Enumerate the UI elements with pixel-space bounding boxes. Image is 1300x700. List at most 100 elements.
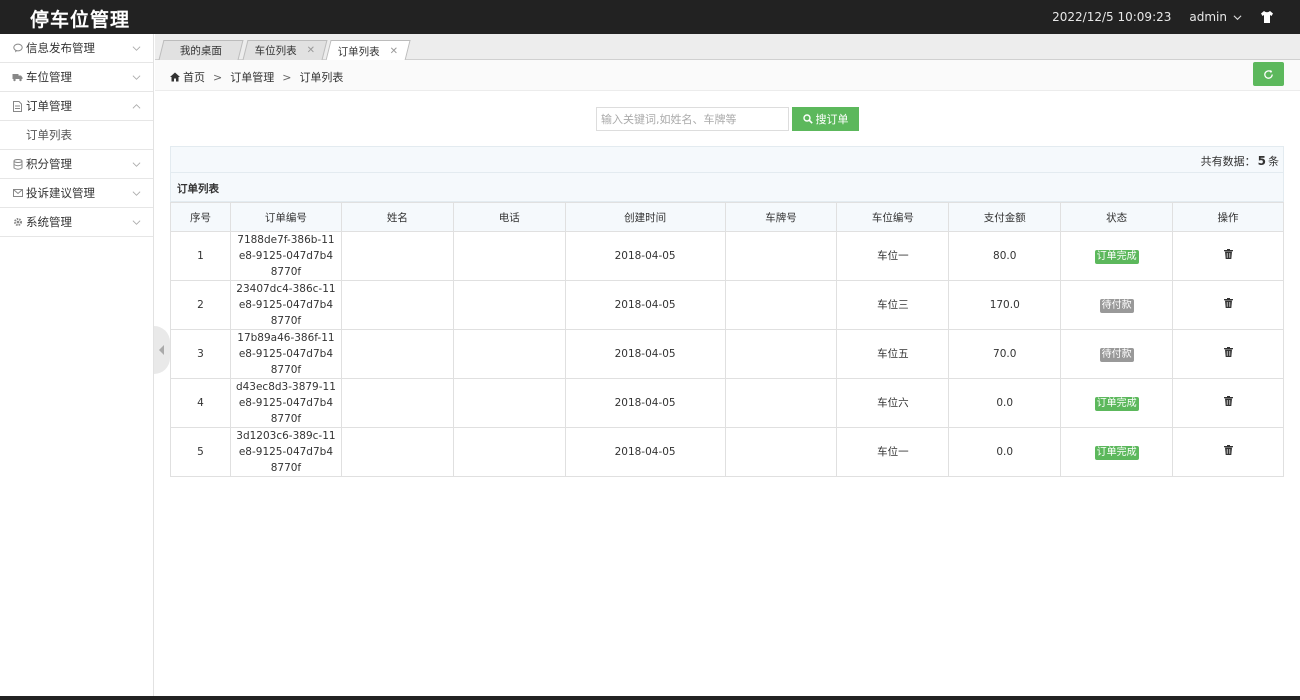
cell-amount: 0.0 [948, 427, 1062, 477]
trash-icon[interactable] [1223, 298, 1233, 308]
col-name: 姓名 [340, 202, 454, 232]
search-input[interactable] [596, 107, 789, 131]
total-suffix: 条 [1268, 155, 1279, 168]
table-row: 2 23407dc4-386c-11e8-9125-047d7b48770f 201… [170, 280, 1284, 330]
sidebar-item-points[interactable]: 积分管理 [0, 150, 153, 179]
sidebar: 信息发布管理 车位管理 订单管理 订单列表 积分管理 投诉建议管理 系统管理 [0, 34, 154, 696]
trash-icon[interactable] [1223, 396, 1233, 406]
gear-icon [12, 217, 23, 228]
cell-phone [452, 378, 566, 428]
trash-icon[interactable] [1223, 249, 1233, 259]
cell-space: 车位三 [836, 280, 950, 330]
chevron-down-icon [132, 75, 141, 80]
sidebar-item-info-publish[interactable]: 信息发布管理 [0, 34, 153, 63]
chevron-down-icon [1233, 14, 1242, 20]
breadcrumb-level1[interactable]: 订单管理 [230, 69, 274, 85]
chevron-down-icon [132, 220, 141, 225]
total-number: 5 [1257, 154, 1266, 168]
tab-parking-list[interactable]: 车位列表 ✕ [242, 40, 328, 60]
cell-status: 待付款 [1060, 329, 1174, 379]
sidebar-collapse-toggle[interactable] [154, 326, 170, 374]
breadcrumb-home-label: 首页 [183, 71, 205, 84]
cell-created: 2018-04-05 [564, 378, 726, 428]
table-row: 5 3d1203c6-389c-11e8-9125-047d7b48770f 201… [170, 427, 1284, 477]
search-orders-button[interactable]: 搜订单 [792, 107, 859, 131]
cell-actions [1172, 329, 1284, 379]
col-actions: 操作 [1172, 202, 1284, 232]
table-row: 1 7188de7f-386b-11e8-9125-047d7b48770f 201… [170, 231, 1284, 281]
table-header-row: 序号 订单编号 姓名 电话 创建时间 车牌号 车位编号 支付金额 状态 操作 [170, 202, 1284, 232]
cell-phone [452, 280, 566, 330]
top-header: 停车位管理 2022/12/5 10:09:23 admin [0, 0, 1300, 34]
sidebar-item-orders[interactable]: 订单管理 [0, 92, 153, 121]
orders-table: 序号 订单编号 姓名 电话 创建时间 车牌号 车位编号 支付金额 状态 操作 1… [170, 202, 1284, 477]
col-order-no: 订单编号 [229, 202, 342, 232]
bottom-bar [0, 696, 1300, 700]
total-bar: 共有数据： 5 条 [170, 146, 1284, 173]
home-icon [170, 72, 180, 82]
table-row: 3 17b89a46-386f-11e8-9125-047d7b48770f 201… [170, 329, 1284, 379]
cell-name [340, 329, 454, 379]
app-title: 停车位管理 [30, 9, 131, 31]
cell-index: 5 [170, 427, 231, 477]
datetime-display: 2022/12/5 10:09:23 [1052, 10, 1172, 24]
cell-actions [1172, 378, 1284, 428]
database-icon [12, 158, 23, 170]
header-right: 2022/12/5 10:09:23 admin [1052, 0, 1274, 34]
order-number: 7188de7f-386b-11e8-9125-047d7b48770f [237, 234, 335, 278]
sidebar-item-label: 车位管理 [26, 70, 72, 84]
breadcrumb-home[interactable]: 首页 [170, 69, 205, 85]
username: admin [1189, 10, 1227, 24]
col-status: 状态 [1060, 202, 1174, 232]
tab-desktop[interactable]: 我的桌面 [158, 40, 244, 60]
tab-label: 我的桌面 [179, 45, 222, 57]
total-prefix: 共有数据： [1200, 155, 1256, 168]
trash-icon[interactable] [1223, 445, 1233, 455]
cell-space: 车位五 [836, 329, 950, 379]
sidebar-subitem-order-list[interactable]: 订单列表 [0, 121, 153, 150]
tab-bar: 我的桌面 车位列表 ✕ 订单列表 ✕ [155, 34, 1300, 61]
cell-space: 车位六 [836, 378, 950, 428]
cell-index: 3 [170, 329, 231, 379]
file-icon [12, 100, 23, 112]
cell-amount: 170.0 [948, 280, 1062, 330]
envelope-icon [12, 188, 23, 199]
chevron-down-icon [132, 162, 141, 167]
cell-plate [724, 280, 838, 330]
close-icon[interactable]: ✕ [390, 46, 398, 57]
sidebar-item-parking[interactable]: 车位管理 [0, 63, 153, 92]
status-badge: 待付款 [1099, 299, 1134, 313]
sidebar-item-label: 系统管理 [26, 215, 72, 229]
cell-order-no: 3d1203c6-389c-11e8-9125-047d7b48770f [229, 427, 342, 477]
trash-icon[interactable] [1223, 347, 1233, 357]
chevron-down-icon [132, 191, 141, 196]
cell-phone [452, 329, 566, 379]
cell-index: 2 [170, 280, 231, 330]
cell-order-no: d43ec8d3-3879-11e8-9125-047d7b48770f [229, 378, 342, 428]
cell-actions [1172, 231, 1284, 281]
order-number: d43ec8d3-3879-11e8-9125-047d7b48770f [235, 381, 336, 425]
tshirt-icon[interactable] [1260, 10, 1274, 24]
status-badge: 订单完成 [1094, 250, 1139, 264]
cell-index: 1 [170, 231, 231, 281]
sidebar-item-system[interactable]: 系统管理 [0, 208, 153, 237]
cell-phone [452, 427, 566, 477]
sidebar-item-complaints[interactable]: 投诉建议管理 [0, 179, 153, 208]
refresh-button[interactable] [1253, 62, 1284, 86]
tab-order-list[interactable]: 订单列表 ✕ [325, 40, 411, 61]
col-amount: 支付金额 [948, 202, 1062, 232]
chevron-up-icon [132, 104, 141, 109]
sidebar-item-label: 订单管理 [26, 99, 72, 113]
status-badge: 订单完成 [1094, 446, 1139, 460]
user-menu[interactable]: admin [1189, 10, 1242, 24]
cell-plate [724, 329, 838, 379]
close-icon[interactable]: ✕ [307, 45, 315, 56]
col-created: 创建时间 [564, 202, 726, 232]
cell-created: 2018-04-05 [564, 231, 726, 281]
comment-icon [12, 43, 23, 54]
cell-actions [1172, 280, 1284, 330]
caret-left-icon [159, 345, 164, 355]
cell-amount: 0.0 [948, 378, 1062, 428]
cell-status: 订单完成 [1060, 378, 1174, 428]
table-row: 4 d43ec8d3-3879-11e8-9125-047d7b48770f 201… [170, 378, 1284, 428]
